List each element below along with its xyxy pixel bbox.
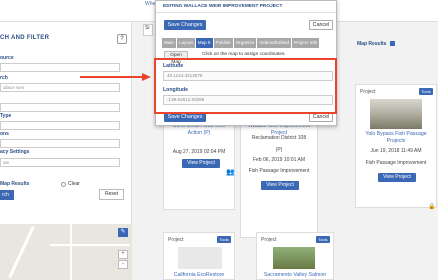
project-card: Wallace Weir Improvement Project Reclama… (240, 118, 318, 238)
map-instruction: Click on the map to assign coordinates. (202, 52, 286, 57)
panel-heading: CH AND FILTER (0, 35, 50, 41)
tab-videos-embed[interactable]: Videos/Embed (257, 38, 292, 48)
map-results-label: Map Results (357, 41, 387, 47)
tab-main[interactable]: Main (162, 38, 176, 48)
card-category: Fish Passage Improvement (248, 168, 310, 174)
card-thumbnail[interactable] (273, 247, 315, 269)
card-thumbnail[interactable] (370, 99, 422, 129)
cancel-button[interactable]: Cancel (309, 20, 333, 30)
project-card: North Delta Flood Weir Action (P) Aug 27… (163, 118, 235, 210)
tools-button[interactable]: Tools (316, 236, 330, 243)
card-title[interactable]: Yolo Bypass Fish Passage Projects (358, 131, 434, 144)
view-project-button[interactable]: View Project (261, 181, 299, 190)
regions-label: ons (0, 131, 9, 137)
card-status: (P) (275, 147, 283, 153)
map-road (70, 224, 72, 280)
clear-radio[interactable] (61, 182, 66, 187)
privacy-settings-label: acy Settings (0, 149, 30, 155)
card-date: Jun 19, 2018 11:49 AM (370, 148, 422, 154)
tab-publish[interactable]: Publish (213, 38, 233, 48)
annotation-arrow-icon (142, 73, 151, 81)
card-title[interactable]: Sacramento Valley Salmon (259, 272, 331, 279)
card-date: Feb 06, 2019 10:01 AM (253, 157, 305, 163)
help-button[interactable]: ? (117, 34, 127, 44)
zoom-out-button[interactable]: - (118, 260, 128, 269)
annotation-arrow-shaft (80, 76, 144, 78)
map-road (8, 225, 35, 279)
card-date: Aug 27, 2019 02:04 PM (172, 149, 226, 155)
search-label: rch (0, 75, 8, 81)
card-title[interactable]: California EcoRestore (166, 272, 232, 279)
tab-map-it[interactable]: Map It (195, 38, 213, 48)
card-organization: Reclamation District 108 (251, 135, 307, 141)
zoom-in-button[interactable]: + (118, 250, 128, 259)
card-thumbnail[interactable] (178, 247, 222, 269)
dialog-tabs: Main Layout Map It Publish Organize Vide… (162, 38, 320, 48)
source-select[interactable] (0, 63, 120, 72)
lock-icon: 🔒 (428, 204, 436, 210)
search-filter-panel: CH AND FILTER ? ource rch allace weir Ty… (0, 22, 132, 280)
search-button[interactable]: rch (0, 190, 14, 200)
privacy-select[interactable]: ate (0, 158, 120, 167)
save-changes-button[interactable]: Save Changes (164, 20, 206, 30)
tab-project-info[interactable]: Project Info (292, 38, 320, 48)
clear-label[interactable]: Clear (68, 181, 80, 187)
search-input[interactable]: allace weir (0, 83, 120, 92)
reset-button[interactable]: Reset (99, 189, 124, 200)
regions-select[interactable] (0, 139, 120, 148)
map-edit-icon[interactable]: ✎ (118, 228, 128, 237)
type-label: Type (0, 113, 12, 119)
card-type-label: Project (360, 89, 376, 95)
tools-button[interactable]: Tools (419, 88, 433, 95)
project-card: Project Tools Yolo Bypass Fish Passage P… (355, 84, 437, 210)
card-category: Fish Passage Improvement (365, 160, 427, 166)
map-tab[interactable]: Si (143, 24, 153, 36)
view-project-button[interactable]: View Project (378, 173, 416, 182)
project-card: Project Tools California EcoRestore (163, 232, 235, 280)
project-card: Project Tools Sacramento Valley Salmon (256, 232, 334, 280)
top-bar-text: Whe (145, 1, 156, 7)
map-results-checkbox[interactable] (390, 41, 395, 46)
view-project-button[interactable]: View Project (182, 159, 220, 168)
dialog-divider (156, 12, 336, 13)
tools-button[interactable]: Tools (217, 236, 231, 243)
type-select[interactable] (0, 121, 120, 130)
mini-map[interactable]: ✎ + - (0, 224, 132, 280)
dialog-title: EDITING WALLACE WEIR IMPROVEMENT PROJECT (163, 4, 283, 9)
group-icon: 👥 (226, 169, 235, 176)
map-results-toggle[interactable]: Map Results (0, 181, 29, 187)
map-road (50, 244, 130, 246)
coordinates-highlight-box (154, 58, 337, 114)
filter-select[interactable] (0, 103, 120, 112)
source-label: ource (0, 55, 14, 61)
tab-organize[interactable]: Organize (233, 38, 257, 48)
card-type-label: Project (168, 237, 184, 243)
card-type-label: Project (261, 237, 277, 243)
tab-layout[interactable]: Layout (176, 38, 195, 48)
